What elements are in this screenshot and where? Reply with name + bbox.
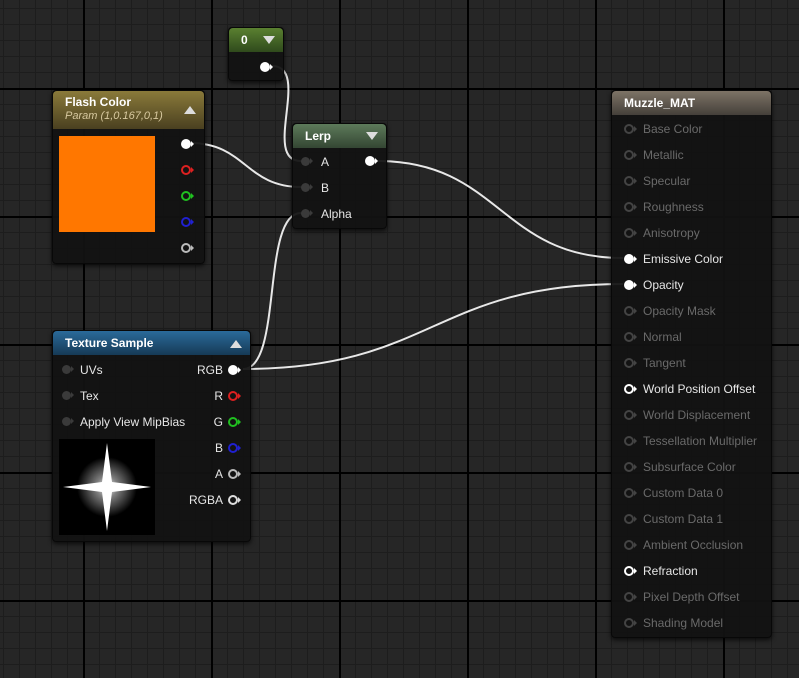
material-input-pin-ambient-occlusion[interactable] xyxy=(624,540,637,550)
material-input-pin-custom-data-0[interactable] xyxy=(624,488,637,498)
material-input-label-emissive-color: Emissive Color xyxy=(643,252,724,266)
material-input-pin-tessellation-multiplier[interactable] xyxy=(624,436,637,446)
material-input-pin-normal[interactable] xyxy=(624,332,637,342)
material-input-label-ambient-occlusion: Ambient Occlusion xyxy=(643,538,744,552)
material-input-label-world-displacement: World Displacement xyxy=(643,408,751,422)
material-input-pin-subsurface-color[interactable] xyxy=(624,462,637,472)
texture-input-label-mipbias: Apply View MipBias xyxy=(80,415,186,429)
lerp-node[interactable]: Lerp A B Alpha xyxy=(292,123,387,229)
material-input-label-custom-data-1: Custom Data 1 xyxy=(643,512,724,526)
material-input-pin-pixel-depth-offset[interactable] xyxy=(624,592,637,602)
collapse-arrow-icon[interactable] xyxy=(230,340,242,348)
lerp-input-pin-b[interactable] xyxy=(301,183,313,192)
material-input-pin-refraction[interactable] xyxy=(624,566,637,576)
flash-color-output-pin-a[interactable] xyxy=(181,243,194,253)
texture-output-label-a: A xyxy=(214,467,223,481)
material-input-pin-shading-model[interactable] xyxy=(624,618,637,628)
texture-sample-node[interactable]: Texture Sample UVs Tex Apply View MipBia… xyxy=(52,330,251,542)
material-input-label-subsurface-color: Subsurface Color xyxy=(643,460,736,474)
texture-output-label-r: R xyxy=(214,389,223,403)
material-input-pin-tangent[interactable] xyxy=(624,358,637,368)
material-input-label-world-position-offset: World Position Offset xyxy=(643,382,756,396)
texture-output-pin-a[interactable] xyxy=(228,469,241,479)
material-input-pin-specular[interactable] xyxy=(624,176,637,186)
material-input-pin-base-color[interactable] xyxy=(624,124,637,134)
material-result-node[interactable]: Muzzle_MAT Base Color Metallic Specular Rou… xyxy=(611,90,772,638)
star-flare-icon xyxy=(63,443,151,531)
material-node-title: Muzzle_MAT xyxy=(624,96,696,110)
material-input-label-tangent: Tangent xyxy=(643,356,686,370)
texture-output-pin-b[interactable] xyxy=(228,443,241,453)
lerp-input-label-b: B xyxy=(321,181,330,195)
lerp-node-header[interactable]: Lerp xyxy=(293,124,386,148)
material-input-label-opacity: Opacity xyxy=(643,278,684,292)
lerp-input-pin-alpha[interactable] xyxy=(301,209,313,218)
flash-color-output-pin-r[interactable] xyxy=(181,165,194,175)
flash-color-output-pin-g[interactable] xyxy=(181,191,194,201)
texture-preview-image xyxy=(59,439,155,535)
material-input-label-metallic: Metallic xyxy=(643,148,684,162)
wire-lerp-to-emissive-color xyxy=(376,160,624,259)
texture-sample-header[interactable]: Texture Sample xyxy=(53,331,250,355)
material-input-pin-opacity-mask[interactable] xyxy=(624,306,637,316)
material-input-label-anisotropy: Anisotropy xyxy=(643,226,700,240)
material-input-label-tessellation-multiplier: Tessellation Multiplier xyxy=(643,434,758,448)
material-input-label-specular: Specular xyxy=(643,174,691,188)
material-input-pin-anisotropy[interactable] xyxy=(624,228,637,238)
flash-color-output-pin-rgb[interactable] xyxy=(181,139,194,149)
wire-flash-color-to-lerp-b xyxy=(189,142,302,188)
material-input-label-opacity-mask: Opacity Mask xyxy=(643,304,716,318)
material-input-label-roughness: Roughness xyxy=(643,200,704,214)
constant-output-pin[interactable] xyxy=(260,62,273,72)
texture-output-label-g: G xyxy=(213,415,223,429)
material-input-label-refraction: Refraction xyxy=(643,564,698,578)
material-input-label-base-color: Base Color xyxy=(643,122,703,136)
collapse-arrow-icon[interactable] xyxy=(184,106,196,114)
wire-texture-rgb-to-opacity xyxy=(242,283,624,370)
constant-node-title: 0 xyxy=(241,33,248,47)
texture-output-pin-rgba[interactable] xyxy=(228,495,241,505)
wire-texture-rgb-to-lerp-alpha xyxy=(242,212,302,370)
material-input-pin-roughness[interactable] xyxy=(624,202,637,212)
material-input-label-shading-model: Shading Model xyxy=(643,616,724,630)
texture-sample-title: Texture Sample xyxy=(65,336,154,350)
texture-output-pin-r[interactable] xyxy=(228,391,241,401)
lerp-input-label-a: A xyxy=(321,155,330,169)
material-input-label-custom-data-0: Custom Data 0 xyxy=(643,486,724,500)
collapse-arrow-icon[interactable] xyxy=(263,36,275,44)
flash-color-node[interactable]: Flash Color Param (1,0.167,0,1) xyxy=(52,90,205,264)
lerp-output-pin[interactable] xyxy=(365,156,378,166)
material-input-pin-world-displacement[interactable] xyxy=(624,410,637,420)
flash-color-header[interactable]: Flash Color Param (1,0.167,0,1) xyxy=(53,91,204,129)
texture-input-pin-uvs[interactable] xyxy=(62,365,74,374)
color-preview-swatch xyxy=(59,136,155,232)
material-input-pin-emissive-color[interactable] xyxy=(624,254,637,264)
lerp-node-title: Lerp xyxy=(305,129,332,143)
texture-output-label-b: B xyxy=(214,441,223,455)
texture-output-label-rgba: RGBA xyxy=(188,493,223,507)
material-input-pin-metallic[interactable] xyxy=(624,150,637,160)
material-input-label-normal: Normal xyxy=(643,330,682,344)
texture-input-label-uvs: UVs xyxy=(80,363,103,377)
texture-input-pin-tex[interactable] xyxy=(62,391,74,400)
texture-input-pin-mipbias[interactable] xyxy=(62,417,74,426)
material-input-pin-opacity[interactable] xyxy=(624,280,637,290)
material-input-pin-world-position-offset[interactable] xyxy=(624,384,637,394)
lerp-input-pin-a[interactable] xyxy=(301,157,313,166)
constant-node-header[interactable]: 0 xyxy=(229,28,283,52)
constant-node[interactable]: 0 xyxy=(228,27,284,81)
material-node-header[interactable]: Muzzle_MAT xyxy=(612,91,771,115)
material-input-label-pixel-depth-offset: Pixel Depth Offset xyxy=(643,590,740,604)
texture-output-label-rgb: RGB xyxy=(196,363,223,377)
material-input-pin-custom-data-1[interactable] xyxy=(624,514,637,524)
flash-color-output-pin-b[interactable] xyxy=(181,217,194,227)
collapse-arrow-icon[interactable] xyxy=(366,132,378,140)
texture-input-label-tex: Tex xyxy=(80,389,99,403)
texture-output-pin-g[interactable] xyxy=(228,417,241,427)
lerp-input-label-alpha: Alpha xyxy=(321,207,352,221)
texture-output-pin-rgb[interactable] xyxy=(228,365,241,375)
